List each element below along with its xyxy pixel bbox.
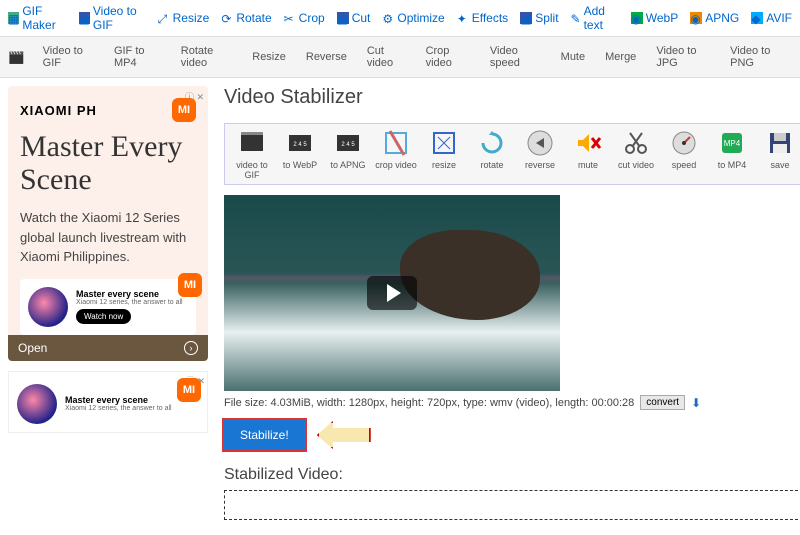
top-link-bar: ▦GIF Maker ▦Video to GIF ⤢Resize ⟳Rotate… (0, 0, 800, 37)
tool-save[interactable]: save (757, 128, 800, 180)
ad2-title: Master every scene (65, 395, 172, 405)
play-button-icon[interactable] (367, 276, 417, 310)
nav-video-to-gif[interactable]: Video to GIF (33, 37, 104, 77)
mi-logo-icon: MI (177, 378, 201, 402)
tool-mute[interactable]: mute (565, 128, 611, 180)
tool-video-to-gif[interactable]: video to GIF (229, 128, 275, 180)
arrow-callout-icon (317, 421, 371, 449)
ad-card[interactable]: MI Master every scene Xiaomi 12 series, … (20, 279, 196, 335)
nav-reverse[interactable]: Reverse (296, 43, 357, 71)
nav-resize[interactable]: Resize (242, 43, 296, 71)
page-title: Video Stabilizer (224, 86, 800, 109)
video-player[interactable] (224, 195, 560, 391)
nav-cut-video[interactable]: Cut video (357, 37, 416, 77)
ad-xiaomi-2[interactable]: ⓘ ✕ Master every scene Xiaomi 12 series,… (8, 371, 208, 433)
tool-rotate[interactable]: rotate (469, 128, 515, 180)
ad-card-sub: Xiaomi 12 series, the answer to all (76, 299, 183, 306)
tool-resize[interactable]: resize (421, 128, 467, 180)
ad-open-bar[interactable]: Open › (8, 335, 208, 361)
link-crop[interactable]: ✂Crop (284, 4, 325, 32)
svg-text:MP4: MP4 (724, 139, 741, 148)
ad-brand: XIAOMI PH (20, 103, 97, 118)
main-content: Video Stabilizer video to GIF 2 4 5to We… (224, 86, 800, 520)
link-apng[interactable]: ◉APNG (690, 4, 739, 32)
nav-crop-video[interactable]: Crop video (416, 37, 480, 77)
stabilized-output-box (224, 490, 800, 520)
file-info: File size: 4.03MiB, width: 1280px, heigh… (224, 395, 800, 410)
file-info-text: File size: 4.03MiB, width: 1280px, heigh… (224, 397, 634, 409)
link-rotate[interactable]: ⟳Rotate (221, 4, 271, 32)
clapperboard-icon (8, 48, 25, 66)
nav-rotate-video[interactable]: Rotate video (171, 37, 242, 77)
link-add-text[interactable]: ✎Add text (571, 4, 619, 32)
tool-reverse[interactable]: reverse (517, 128, 563, 180)
nav-gif-to-mp4[interactable]: GIF to MP4 (104, 37, 171, 77)
tool-speed[interactable]: speed (661, 128, 707, 180)
open-label: Open (18, 341, 47, 355)
ad-close-icon[interactable]: ⓘ ✕ (185, 90, 204, 103)
convert-button[interactable]: convert (640, 395, 685, 410)
link-avif[interactable]: ◆AVIF (751, 4, 792, 32)
download-icon[interactable]: ⬇ (691, 396, 701, 410)
link-video-to-gif[interactable]: ▦Video to GIF (79, 4, 146, 32)
ad-title: Master Every Scene (20, 130, 196, 196)
link-cut[interactable]: ▦Cut (337, 4, 371, 32)
ad-thumb-icon (17, 384, 57, 424)
watch-now-button[interactable]: Watch now (76, 309, 131, 324)
svg-text:2 4 5: 2 4 5 (341, 142, 355, 148)
link-webp[interactable]: ◉WebP (631, 4, 678, 32)
tool-to-apng[interactable]: 2 4 5to APNG (325, 128, 371, 180)
mi-logo-icon: MI (178, 273, 202, 297)
link-split[interactable]: ▦Split (520, 4, 558, 32)
nav-bar: Video to GIF GIF to MP4 Rotate video Res… (0, 37, 800, 78)
link-effects[interactable]: ✦Effects (457, 4, 508, 32)
stabilize-button[interactable]: Stabilize! (224, 420, 305, 450)
tool-row: video to GIF 2 4 5to WebP 2 4 5to APNG c… (224, 123, 800, 185)
svg-text:2 4 5: 2 4 5 (293, 142, 307, 148)
nav-video-to-png[interactable]: Video to PNG (720, 37, 796, 77)
ad-desc: Watch the Xiaomi 12 Series global launch… (20, 208, 196, 267)
ad2-sub: Xiaomi 12 series, the answer to all (65, 405, 172, 412)
chevron-right-icon: › (184, 341, 198, 355)
link-resize[interactable]: ⤢Resize (158, 4, 210, 32)
tool-cut-video[interactable]: cut video (613, 128, 659, 180)
stabilized-video-title: Stabilized Video: (224, 466, 800, 484)
nav-video-to-jpg[interactable]: Video to JPG (646, 37, 720, 77)
nav-video-speed[interactable]: Video speed (480, 37, 551, 77)
sidebar: ⓘ ✕ XIAOMI PH MI Master Every Scene Watc… (8, 86, 208, 520)
ad-card-title: Master every scene (76, 289, 183, 299)
nav-mute[interactable]: Mute (551, 43, 595, 71)
video-thumbnail (400, 230, 540, 320)
tool-to-webp[interactable]: 2 4 5to WebP (277, 128, 323, 180)
link-optimize[interactable]: ⚙Optimize (382, 4, 444, 32)
tool-to-mp4[interactable]: MP4to MP4 (709, 128, 755, 180)
ad-thumb-icon (28, 287, 68, 327)
tool-crop-video[interactable]: crop video (373, 128, 419, 180)
ad-xiaomi[interactable]: ⓘ ✕ XIAOMI PH MI Master Every Scene Watc… (8, 86, 208, 361)
nav-merge[interactable]: Merge (595, 43, 646, 71)
link-gif-maker[interactable]: ▦GIF Maker (8, 4, 67, 32)
